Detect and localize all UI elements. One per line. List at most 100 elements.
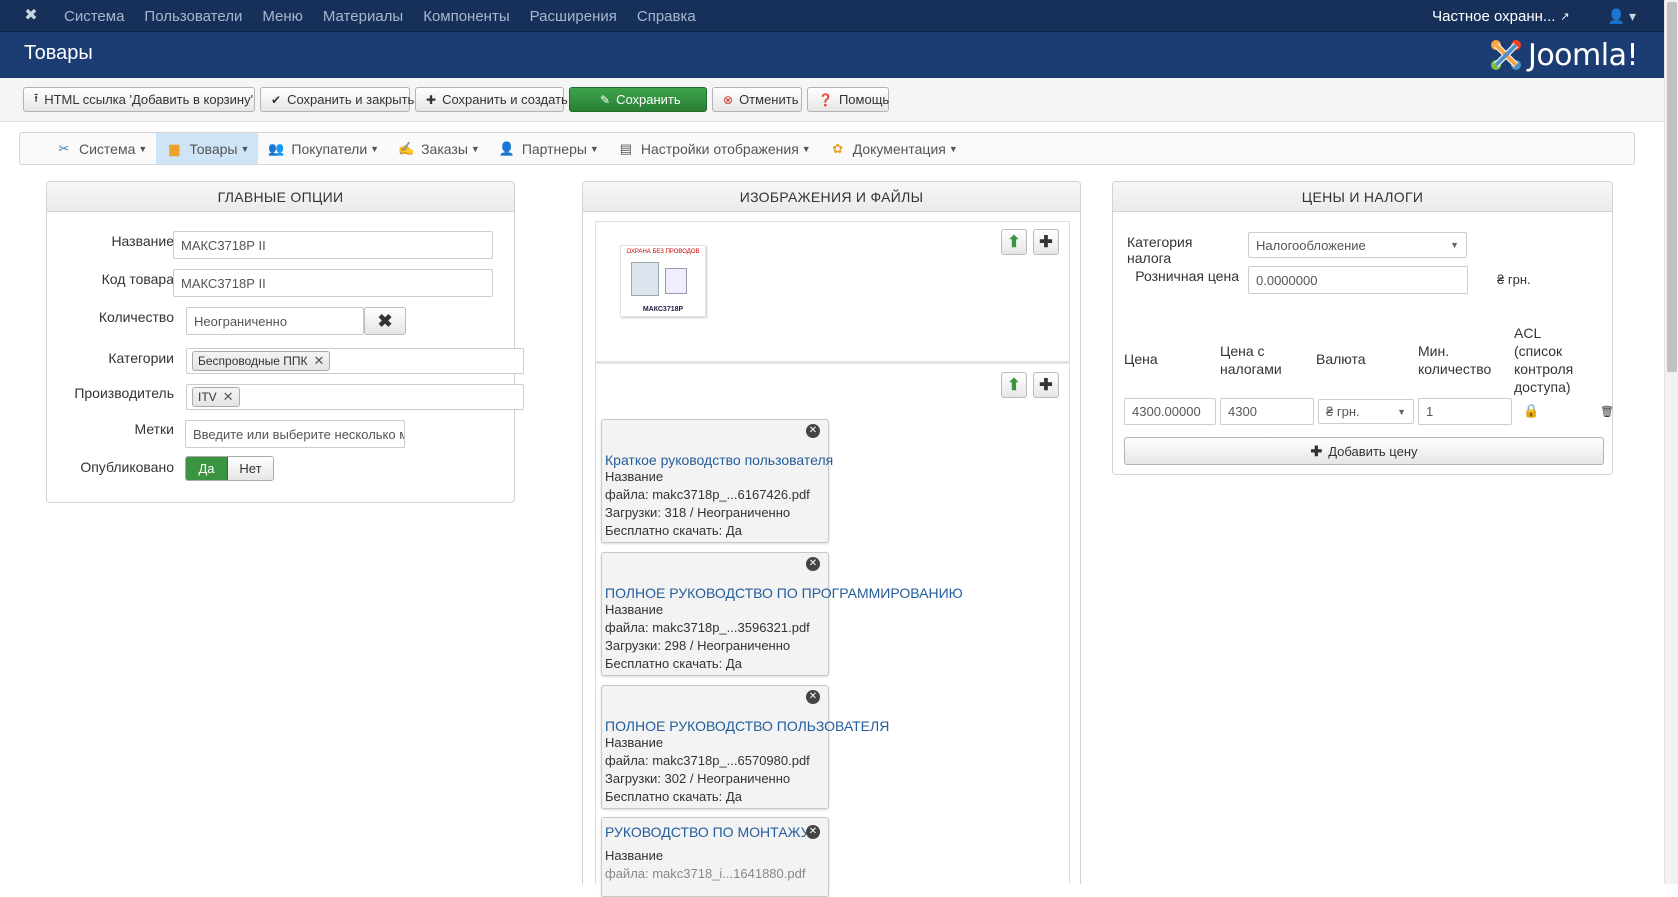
save-new-button[interactable]: ✚ Сохранить и создать [415,87,568,112]
topmenu-users[interactable]: Пользователи [144,8,242,25]
currency-select[interactable]: ₴ грн. ▼ [1318,399,1414,424]
joomla-mark-icon [1490,40,1521,70]
remove-icon[interactable]: ✕ [223,389,234,405]
save-close-button[interactable]: ✔ Сохранить и закрыть [260,87,414,112]
caret-down-icon: ▼ [948,143,958,154]
min-qty-input[interactable]: 1 [1418,398,1512,425]
panel-title: ЦЕНЫ И НАЛОГИ [1113,182,1612,212]
file-card: ✕ ПОЛНОЕ РУКОВОДСТВО ПОЛЬЗОВАТЕЛЯ Назван… [601,685,889,809]
price-tax-input[interactable]: 4300 [1220,398,1314,425]
lock-icon[interactable]: 🔒 [1523,403,1539,419]
published-no[interactable]: Нет [228,457,273,480]
help-button[interactable]: ❓ Помощь [807,87,889,112]
topmenu-extensions[interactable]: Расширения [530,8,617,25]
top-admin-bar: ✖ Система Пользователи Меню Материалы Ко… [0,0,1664,32]
file-downloads: Загрузки: 318 / Неограниченно [605,505,791,520]
published-yes[interactable]: Да [186,457,228,480]
cancel-button[interactable]: ⊗ Отменить [712,87,802,112]
html-link-button[interactable]: ⭱ HTML ссылка 'Добавить в корзину' [23,87,255,112]
sku-input[interactable]: МАКС3718Р II [173,269,493,297]
file-name-label: Название [605,469,664,484]
main-options-panel: ГЛАВНЫЕ ОПЦИИ [46,181,515,503]
published-label: Опубликовано [80,459,174,475]
qty-clear-button[interactable]: ✖ [364,307,406,335]
nav-orders[interactable]: ✍ Заказы ▼ [388,133,489,164]
remove-file-icon[interactable]: ✕ [806,690,820,704]
topmenu-system[interactable]: Система [64,8,124,25]
file-title-link[interactable]: РУКОВОДСТВО ПО МОНТАЖУ [605,824,825,840]
nav-products[interactable]: ▆ Товары ▼ [156,133,259,164]
categories-field[interactable]: Беспроводные ППК ✕ [186,348,524,374]
manufacturer-field[interactable]: ITV ✕ [186,384,524,410]
nav-customers[interactable]: 👥 Покупатели ▼ [258,133,388,164]
joomla-small-icon[interactable]: ✖ [22,7,40,25]
user-icon[interactable]: 👤 ▾ [1608,8,1636,25]
add-image-button[interactable]: ✚ [1033,229,1059,255]
file-name: файла: makc3718p_...6570980.pdf [605,753,810,768]
price-input[interactable]: 4300.00000 [1124,398,1216,425]
tags-input[interactable]: Введите или выберите несколько м [185,420,405,448]
joomla-logo: Joomla! [1488,37,1639,73]
page-title: Товары [24,42,93,64]
file-title-link[interactable]: ПОЛНОЕ РУКОВОДСТВО ПОЛЬЗОВАТЕЛЯ [605,718,889,734]
tax-category-select[interactable]: Налогообложение ▼ [1248,232,1467,258]
manufacturer-chip: ITV ✕ [192,387,240,407]
file-downloads: Загрузки: 298 / Неограниченно [605,638,791,653]
add-file-button[interactable]: ✚ [1033,372,1059,398]
scrollbar-thumb[interactable] [1667,2,1677,372]
categories-label: Категории [108,350,174,366]
topmenu-help[interactable]: Справка [637,8,696,25]
nav-system[interactable]: ✂ Система ▼ [46,133,156,164]
name-label: Название [111,233,174,249]
name-input[interactable]: МАКС3718Р II [173,231,493,259]
product-image-thumbnail[interactable]: ОХРАНА БЕЗ ПРОВОДОВ МАКС3718Р [620,245,706,317]
file-name-label: Название [605,848,664,863]
nav-partners[interactable]: 👤 Партнеры ▼ [489,133,608,164]
retail-currency: ₴ грн. [1497,272,1531,287]
file-name: файла: makc3718_i...1641880.pdf [605,866,806,881]
sku-label: Код товара [101,271,174,287]
nav-display-settings[interactable]: ▤ Настройки отображения ▼ [608,133,820,164]
partner-icon: 👤 [498,140,515,156]
page-header: Товары Joomla! [0,32,1664,78]
qty-label: Количество [98,309,174,325]
manufacturer-label: Производитель [74,385,174,401]
caret-down-icon: ▼ [138,143,148,154]
topmenu-components[interactable]: Компоненты [423,8,509,25]
tools-icon: ✂ [58,140,70,156]
file-title-link[interactable]: ПОЛНОЕ РУКОВОДСТВО ПО ПРОГРАММИРОВАНИЮ [605,585,963,601]
col-price-tax: Цена с налогами [1220,343,1282,377]
nav-documentation[interactable]: ✿ Документация ▼ [820,133,967,164]
site-link[interactable]: Частное охранн... [1432,8,1555,25]
retail-price-label: Розничная цена [1135,268,1239,284]
users-icon: 👥 [268,140,285,156]
page-scrollbar[interactable] [1664,0,1678,884]
upload-icon: ⭱ [34,91,39,105]
remove-file-icon[interactable]: ✕ [806,557,820,571]
help-icon: ❓ [818,92,833,107]
topmenu-menus[interactable]: Меню [262,8,303,25]
col-price: Цена [1124,351,1158,367]
save-button[interactable]: ✎ Сохранить [569,87,707,112]
upload-image-button[interactable]: ⬆ [1001,229,1027,255]
close-icon: ✖ [377,310,393,331]
plus-icon: ✚ [1310,442,1323,459]
upload-file-button[interactable]: ⬆ [1001,372,1027,398]
topmenu-content[interactable]: Материалы [323,8,403,25]
file-downloads: Загрузки: 302 / Неограниченно [605,771,791,786]
tags-label: Метки [134,421,175,437]
docs-icon: ✿ [832,140,844,156]
remove-file-icon[interactable]: ✕ [806,825,820,839]
retail-price-input[interactable]: 0.0000000 [1248,266,1468,294]
add-price-button[interactable]: ✚ Добавить цену [1124,437,1604,465]
trash-icon[interactable]: 🗑 [1600,405,1614,418]
qty-input[interactable]: Неограниченно [186,307,364,335]
caret-down-icon: ▼ [370,143,380,154]
remove-icon[interactable]: ✕ [314,353,325,369]
cancel-icon: ⊗ [723,92,734,107]
file-free: Бесплатно скачать: Да [605,523,742,538]
file-name: файла: makc3718p_...3596321.pdf [605,620,810,635]
remove-file-icon[interactable]: ✕ [806,424,820,438]
file-title-link[interactable]: Краткое руководство пользователя [605,452,833,468]
display-icon: ▤ [619,140,632,156]
